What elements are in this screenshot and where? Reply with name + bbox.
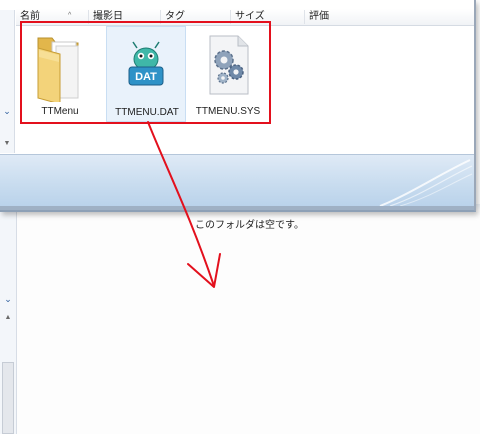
empty-folder-message: このフォルダは空です。 bbox=[195, 220, 304, 231]
source-navigation-pane[interactable] bbox=[0, 10, 15, 153]
scrollbar-thumb[interactable] bbox=[2, 362, 14, 434]
scroll-down-arrow-icon[interactable]: ▼ bbox=[2, 140, 12, 150]
column-header-rating[interactable]: 評価 bbox=[304, 10, 474, 24]
window-bottom-border bbox=[0, 206, 474, 210]
chevron-down-icon[interactable]: ⌄ bbox=[2, 294, 14, 304]
decorative-swoosh-graphic bbox=[379, 159, 473, 207]
scroll-up-arrow-icon[interactable]: ▲ bbox=[3, 314, 13, 324]
sort-ascending-icon: ^ bbox=[68, 12, 72, 19]
chevron-down-icon[interactable]: ⌄ bbox=[1, 106, 13, 116]
highlight-selection-box bbox=[20, 21, 271, 124]
